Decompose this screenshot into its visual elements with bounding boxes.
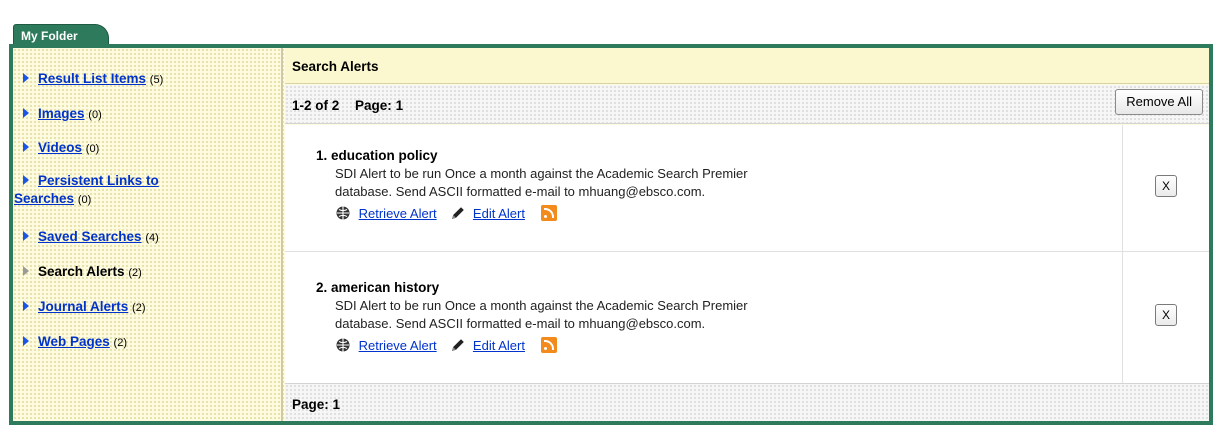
triangle-right-icon bbox=[23, 266, 29, 276]
item-count: (2) bbox=[132, 302, 146, 314]
alert-title-text: education policy bbox=[331, 148, 438, 163]
pencil-icon bbox=[452, 339, 465, 351]
alerts-list: 1. education policy SDI Alert to be run … bbox=[285, 125, 1209, 383]
folder-panel: Result List Items (5) Images (0) Videos … bbox=[9, 44, 1213, 425]
triangle-right-icon bbox=[23, 336, 29, 346]
item-count: (2) bbox=[113, 337, 127, 349]
alert-details: 2. american history SDI Alert to be run … bbox=[285, 252, 1123, 383]
item-count: (0) bbox=[88, 109, 102, 121]
alert-desc-line: database. Send ASCII formatted e-mail to… bbox=[335, 184, 706, 199]
retrieve-alert-link[interactable]: Retrieve Alert bbox=[359, 338, 437, 353]
triangle-right-icon bbox=[23, 175, 29, 185]
sidebar-item-images[interactable]: Images (0) bbox=[23, 105, 273, 124]
sidebar-item-web-pages[interactable]: Web Pages (2) bbox=[23, 333, 273, 352]
triangle-right-icon bbox=[23, 231, 29, 241]
sidebar-item-saved-searches[interactable]: Saved Searches (4) bbox=[23, 228, 273, 247]
alert-description: SDI Alert to be run Once a month against… bbox=[335, 165, 895, 201]
triangle-right-icon bbox=[23, 73, 29, 83]
triangle-right-icon bbox=[23, 301, 29, 311]
page-number: 1 bbox=[332, 397, 341, 412]
triangle-right-icon bbox=[23, 108, 29, 118]
alert-title-text: american history bbox=[331, 280, 440, 295]
alert-actions: Retrieve Alert Edit Alert bbox=[335, 205, 557, 221]
item-count: (0) bbox=[85, 143, 100, 155]
globe-icon bbox=[336, 338, 350, 352]
sidebar-item-label-line1[interactable]: Persistent Links to bbox=[38, 173, 159, 188]
sidebar-item-journal-alerts[interactable]: Journal Alerts (2) bbox=[23, 298, 273, 317]
edit-alert-link[interactable]: Edit Alert bbox=[473, 206, 525, 221]
triangle-right-icon bbox=[23, 142, 29, 152]
alert-desc-line: SDI Alert to be run Once a month against… bbox=[335, 166, 748, 181]
item-count: (5) bbox=[149, 74, 164, 86]
globe-icon bbox=[336, 206, 350, 220]
section-title: Search Alerts bbox=[285, 48, 1209, 84]
alert-title: 2. american history bbox=[316, 280, 439, 295]
pager-top: 1-2 of 2 Page: 1 Remove All bbox=[285, 85, 1209, 124]
delete-alert-button[interactable]: X bbox=[1155, 175, 1177, 197]
sidebar-item-persistent-links[interactable]: Persistent Links to Searches (0) bbox=[14, 172, 273, 209]
item-count: (0) bbox=[77, 194, 92, 206]
pager-bottom: Page: 1 bbox=[285, 383, 1209, 421]
alert-title: 1. education policy bbox=[316, 148, 438, 163]
item-count: (2) bbox=[128, 267, 142, 279]
page-number: 1 bbox=[395, 98, 404, 113]
result-range: 1-2 of 2 bbox=[292, 98, 340, 113]
my-folder-page: My Folder Result List Items (5) Images (… bbox=[0, 0, 1218, 431]
sidebar-item-videos[interactable]: Videos (0) bbox=[23, 139, 273, 158]
alert-desc-line: database. Send ASCII formatted e-mail to… bbox=[335, 316, 706, 331]
sidebar-item-label: Search Alerts bbox=[38, 264, 125, 279]
rss-icon[interactable] bbox=[540, 337, 557, 353]
sidebar-item-label[interactable]: Saved Searches bbox=[38, 229, 142, 244]
sidebar-item-label[interactable]: Images bbox=[38, 106, 85, 121]
list-item: 1. education policy SDI Alert to be run … bbox=[285, 125, 1209, 252]
sidebar-item-search-alerts: Search Alerts (2) bbox=[23, 263, 273, 282]
pencil-icon bbox=[452, 207, 465, 219]
alert-description: SDI Alert to be run Once a month against… bbox=[335, 297, 895, 333]
sidebar-item-label-line2[interactable]: Searches bbox=[14, 191, 74, 206]
sidebar-item-result-list-items[interactable]: Result List Items (5) bbox=[23, 70, 273, 89]
alert-desc-line: SDI Alert to be run Once a month against… bbox=[335, 298, 748, 313]
alert-details: 1. education policy SDI Alert to be run … bbox=[285, 125, 1123, 251]
rss-icon[interactable] bbox=[540, 205, 557, 221]
sidebar-item-label[interactable]: Journal Alerts bbox=[38, 299, 128, 314]
remove-all-button[interactable]: Remove All bbox=[1115, 89, 1203, 115]
folder-sidebar: Result List Items (5) Images (0) Videos … bbox=[13, 48, 283, 421]
item-count: (4) bbox=[145, 232, 159, 244]
alert-number: 2. bbox=[316, 280, 328, 295]
page-label: Page: bbox=[292, 397, 329, 412]
sidebar-item-label[interactable]: Videos bbox=[38, 140, 82, 155]
sidebar-item-label[interactable]: Web Pages bbox=[38, 334, 110, 349]
list-item: 2. american history SDI Alert to be run … bbox=[285, 252, 1209, 383]
sidebar-item-label[interactable]: Result List Items bbox=[38, 71, 146, 86]
retrieve-alert-link[interactable]: Retrieve Alert bbox=[359, 206, 437, 221]
alert-number: 1. bbox=[316, 148, 328, 163]
search-alerts-content: Search Alerts 1-2 of 2 Page: 1 Remove Al… bbox=[285, 48, 1209, 421]
alert-actions: Retrieve Alert Edit Alert bbox=[335, 337, 557, 353]
page-label: Page: bbox=[355, 98, 392, 113]
edit-alert-link[interactable]: Edit Alert bbox=[473, 338, 525, 353]
delete-alert-button[interactable]: X bbox=[1155, 304, 1177, 326]
